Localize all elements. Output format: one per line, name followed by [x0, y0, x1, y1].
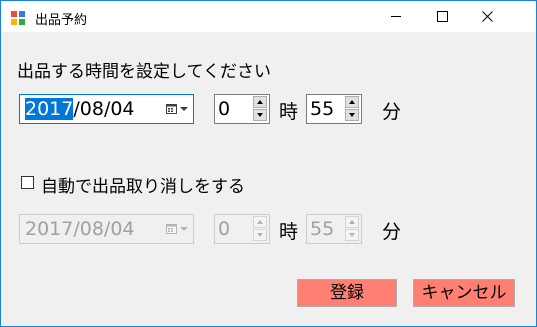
spin-down-icon[interactable]: [345, 109, 359, 121]
spin-down-icon: [345, 229, 359, 241]
date-month-day: /08/04: [73, 98, 135, 120]
start-hour-value[interactable]: 0: [218, 98, 230, 120]
auto-cancel-checkbox[interactable]: [21, 176, 34, 189]
cancel-button[interactable]: キャンセル: [413, 279, 515, 307]
maximize-icon: [437, 11, 448, 22]
auto-cancel-label[interactable]: 自動で出品取り消しをする: [41, 172, 245, 197]
date-year-selection: 2017: [25, 98, 74, 120]
start-date-picker[interactable]: 2017/08/04: [19, 94, 194, 124]
calendar-icon: [166, 224, 177, 234]
end-hour-spinner: 0: [214, 214, 270, 244]
reservation-window: 出品予約 出品する時間を設定してください 2017/08/04 0 時 55 分…: [0, 0, 537, 327]
chevron-down-icon[interactable]: [180, 107, 188, 111]
start-date-value[interactable]: 2017/08/04: [25, 98, 135, 120]
maximize-button[interactable]: [419, 1, 465, 32]
spin-down-icon[interactable]: [253, 109, 267, 121]
end-hour-value: 0: [218, 218, 231, 240]
chevron-down-icon: [180, 227, 188, 231]
hour-unit-label: 時: [279, 101, 299, 123]
minute-unit-label: 分: [382, 221, 402, 243]
end-minute-spinner: 55: [306, 214, 362, 244]
end-date-value: 2017/08/04: [25, 218, 135, 240]
title-bar[interactable]: 出品予約: [1, 1, 536, 32]
app-icon: [11, 11, 25, 25]
close-button[interactable]: [465, 1, 511, 32]
end-minute-value: 55: [310, 218, 335, 240]
start-minute-spinner[interactable]: 55: [306, 94, 362, 124]
spin-down-icon: [253, 229, 267, 241]
window-title: 出品予約: [35, 13, 88, 28]
spin-up-icon[interactable]: [345, 96, 359, 108]
close-icon: [482, 11, 493, 22]
spin-up-icon[interactable]: [253, 96, 267, 108]
spin-buttons: [345, 216, 360, 242]
start-hour-spinner[interactable]: 0: [214, 94, 270, 124]
spin-up-icon: [253, 216, 267, 228]
calendar-icon[interactable]: [166, 104, 177, 114]
minimize-button[interactable]: [373, 1, 419, 32]
minimize-icon: [391, 16, 401, 17]
spin-buttons: [253, 96, 268, 122]
start-minute-value[interactable]: 55: [310, 98, 334, 120]
hour-unit-label: 時: [279, 221, 299, 243]
minute-unit-label: 分: [382, 101, 402, 123]
prompt-label: 出品する時間を設定してください: [17, 62, 271, 82]
end-date-picker: 2017/08/04: [19, 214, 194, 244]
spin-buttons: [253, 216, 268, 242]
spin-up-icon: [345, 216, 359, 228]
spin-buttons: [345, 96, 360, 122]
register-button[interactable]: 登録: [297, 279, 397, 307]
